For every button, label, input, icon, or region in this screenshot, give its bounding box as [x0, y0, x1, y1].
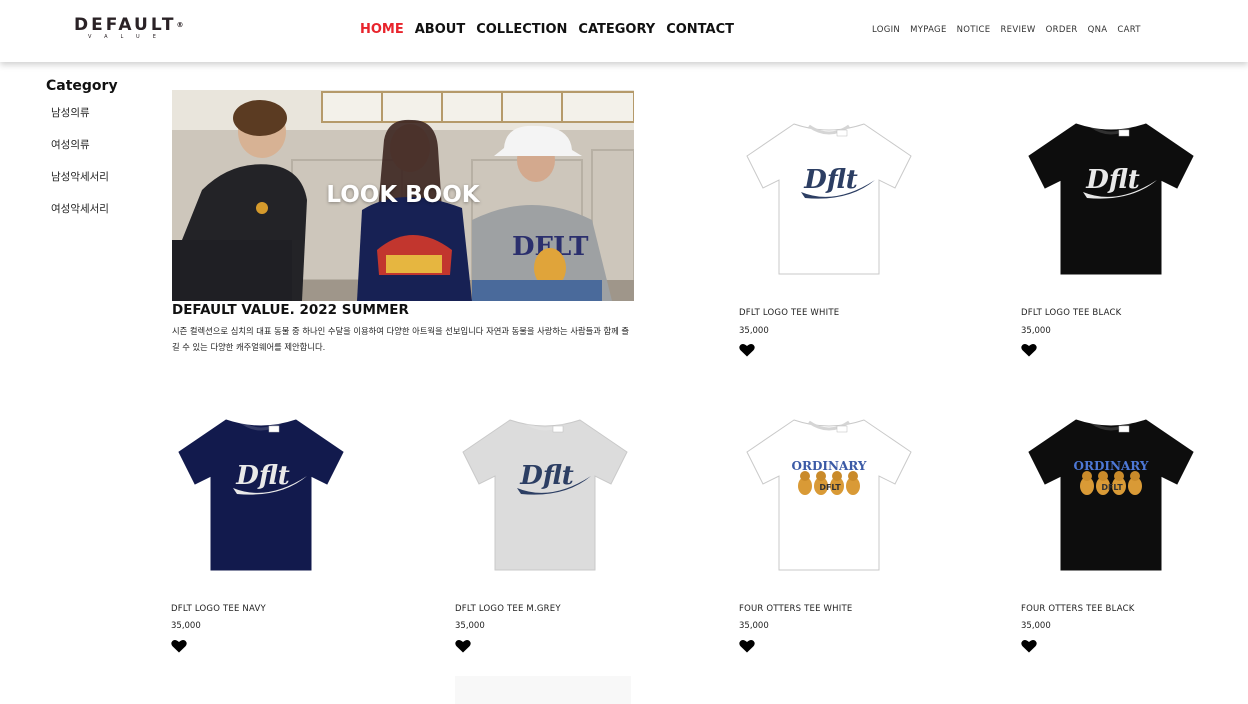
sidebar-title: Category	[46, 78, 118, 94]
product-image[interactable]: Dflt	[455, 406, 635, 586]
sidebar-item-womens-accessories[interactable]: 여성악세서리	[51, 202, 156, 234]
sidebar-item-mens-accessories[interactable]: 남성악세서리	[51, 170, 156, 202]
svg-text:ORDINARY: ORDINARY	[1074, 459, 1149, 473]
tshirt-shape	[178, 419, 344, 571]
label-tag	[552, 425, 564, 433]
product-name[interactable]: DFLT LOGO TEE BLACK	[1021, 308, 1121, 318]
mypage-link[interactable]: MYPAGE	[910, 25, 947, 35]
product-price: 35,000	[739, 326, 769, 336]
product-image[interactable]: ORDINARY DFLT	[1021, 406, 1201, 586]
product-image[interactable]: ORDINARY DFLT	[739, 406, 919, 586]
brand-logo[interactable]: DEFAULT® VALUE	[74, 16, 194, 44]
product-name[interactable]: DFLT LOGO TEE NAVY	[171, 604, 266, 614]
label-tag	[1118, 129, 1130, 137]
label-tag	[836, 425, 848, 433]
product-name[interactable]: DFLT LOGO TEE M.GREY	[455, 604, 561, 614]
product-image[interactable]: Dflt	[171, 406, 351, 586]
nav-contact[interactable]: CONTACT	[666, 22, 734, 37]
logo-subtitle: VALUE	[88, 34, 169, 40]
product-image[interactable]: Dflt	[1021, 110, 1201, 290]
product-name[interactable]: FOUR OTTERS TEE BLACK	[1021, 604, 1134, 614]
notice-link[interactable]: NOTICE	[957, 25, 991, 35]
heart-icon[interactable]	[1021, 343, 1037, 357]
category-sidebar: Category 남성의류 여성의류 남성악세서리 여성악세서리	[46, 78, 156, 234]
tshirt-shape	[1028, 419, 1194, 571]
label-tag	[836, 129, 848, 137]
tshirt-shape	[746, 419, 912, 571]
product-price: 35,000	[455, 621, 485, 631]
product-image[interactable]: Dflt	[739, 110, 919, 290]
lookbook-title: DEFAULT VALUE. 2022 SUMMER	[172, 302, 409, 318]
nav-category[interactable]: CATEGORY	[578, 22, 655, 37]
sidebar-item-mens-clothing[interactable]: 남성의류	[51, 106, 156, 138]
product-name[interactable]: DFLT LOGO TEE WHITE	[739, 308, 839, 318]
cart-link[interactable]: CART	[1117, 25, 1140, 35]
heart-icon[interactable]	[1021, 639, 1037, 653]
svg-text:Dflt: Dflt	[803, 165, 857, 195]
review-link[interactable]: REVIEW	[1000, 25, 1035, 35]
heart-icon[interactable]	[739, 639, 755, 653]
nav-collection[interactable]: COLLECTION	[476, 22, 567, 37]
sidebar-item-womens-clothing[interactable]: 여성의류	[51, 138, 156, 170]
qna-link[interactable]: QNA	[1088, 25, 1108, 35]
tshirt-shape	[746, 123, 912, 275]
order-link[interactable]: ORDER	[1046, 25, 1078, 35]
registered-icon: ®	[176, 21, 184, 29]
product-price: 35,000	[1021, 326, 1051, 336]
product-price: 35,000	[171, 621, 201, 631]
svg-text:Dflt: Dflt	[1085, 165, 1139, 195]
utility-nav: LOGIN MYPAGE NOTICE REVIEW ORDER QNA CAR…	[872, 25, 1141, 35]
pagination-area	[455, 676, 631, 704]
nav-about[interactable]: ABOUT	[415, 22, 465, 37]
lookbook-description: 시즌 컬렉션으로 심치의 대표 동물 중 하나인 수달을 이용하여 다양한 아트…	[172, 326, 630, 352]
heart-icon[interactable]	[739, 343, 755, 357]
logo-wordmark: DEFAULT	[74, 15, 177, 35]
svg-text:DFLT: DFLT	[819, 483, 841, 492]
svg-text:Dflt: Dflt	[235, 461, 289, 491]
svg-text:ORDINARY: ORDINARY	[792, 459, 867, 473]
product-name[interactable]: FOUR OTTERS TEE WHITE	[739, 604, 852, 614]
heart-icon[interactable]	[455, 639, 471, 653]
site-header: DEFAULT® VALUE HOME ABOUT COLLECTION CAT…	[0, 0, 1248, 62]
product-price: 35,000	[1021, 621, 1051, 631]
product-price: 35,000	[739, 621, 769, 631]
label-tag	[268, 425, 280, 433]
lookbook-banner[interactable]: DFLT LOOK BOOK	[172, 90, 634, 301]
label-tag	[1118, 425, 1130, 433]
main-nav: HOME ABOUT COLLECTION CATEGORY CONTACT	[360, 22, 734, 37]
svg-text:DFLT: DFLT	[1101, 483, 1123, 492]
heart-icon[interactable]	[171, 639, 187, 653]
nav-home[interactable]: HOME	[360, 22, 404, 37]
lookbook-overlay-title: LOOK BOOK	[326, 182, 480, 208]
svg-text:Dflt: Dflt	[519, 461, 573, 491]
login-link[interactable]: LOGIN	[872, 25, 900, 35]
tshirt-shape	[462, 419, 628, 571]
tshirt-shape	[1028, 123, 1194, 275]
